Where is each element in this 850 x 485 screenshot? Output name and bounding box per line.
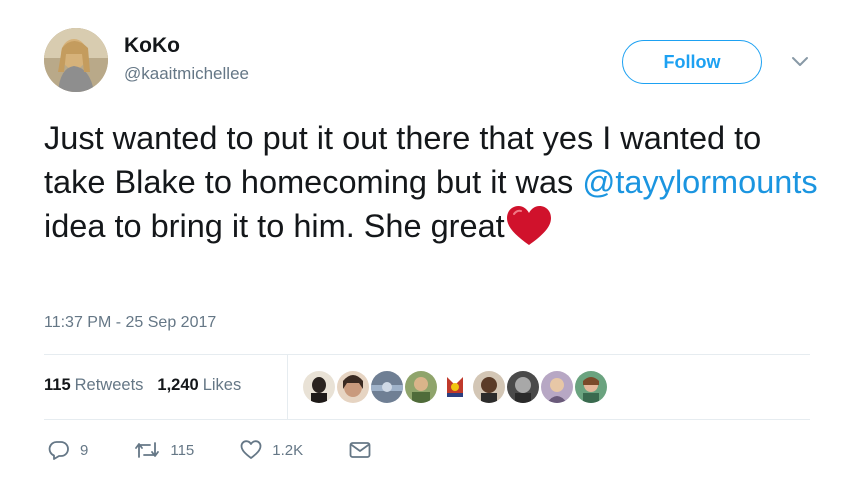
dm-icon xyxy=(349,441,371,459)
retweets-count: 115 xyxy=(44,376,71,394)
reply-button[interactable]: 9 xyxy=(48,440,88,460)
retweets-stat[interactable]: 115 Retweets xyxy=(44,376,143,395)
reply-icon xyxy=(48,440,70,460)
reply-count: 9 xyxy=(80,441,89,459)
liker-avatar[interactable] xyxy=(473,371,505,403)
retweet-button[interactable]: 115 xyxy=(134,441,194,459)
divider-bottom xyxy=(44,419,810,420)
follow-button[interactable]: Follow xyxy=(622,40,762,84)
liker-avatar[interactable] xyxy=(507,371,539,403)
like-button[interactable]: 1.2K xyxy=(240,440,303,460)
liker-avatar[interactable] xyxy=(303,371,335,403)
user-handle[interactable]: @kaaitmichellee xyxy=(124,64,249,84)
liker-avatar[interactable] xyxy=(575,371,607,403)
like-icon xyxy=(240,440,262,460)
retweets-label: Retweets xyxy=(74,376,144,394)
stats-separator xyxy=(287,355,288,419)
tweet-text: Just wanted to put it out there that yes… xyxy=(44,116,824,248)
timestamp[interactable]: 11:37 PM - 25 Sep 2017 xyxy=(44,314,216,332)
engagement-stats: 115 Retweets 1,240 Likes xyxy=(44,376,241,395)
tweet-text-after: idea to bring it to him. She great xyxy=(44,208,505,244)
likes-count: 1,240 xyxy=(157,376,199,394)
direct-message-button[interactable] xyxy=(349,441,371,459)
user-name[interactable]: KoKo xyxy=(124,34,180,58)
retweet-count: 115 xyxy=(170,441,195,459)
liker-avatar[interactable] xyxy=(439,371,471,403)
like-count: 1.2K xyxy=(272,441,304,459)
mention-link[interactable]: @tayylormounts xyxy=(582,164,817,200)
chevron-down-icon[interactable] xyxy=(790,54,810,70)
likers-avatars xyxy=(303,371,609,403)
likes-stat[interactable]: 1,240 Likes xyxy=(157,376,241,395)
avatar[interactable] xyxy=(44,28,108,92)
liker-avatar[interactable] xyxy=(541,371,573,403)
liker-avatar[interactable] xyxy=(405,371,437,403)
red-heart-emoji xyxy=(505,205,553,247)
retweet-icon xyxy=(134,441,160,459)
divider-top xyxy=(44,354,810,355)
likes-label: Likes xyxy=(202,376,242,394)
liker-avatar[interactable] xyxy=(337,371,369,403)
action-bar: 9 115 1.2K xyxy=(48,440,417,460)
liker-avatar[interactable] xyxy=(371,371,403,403)
